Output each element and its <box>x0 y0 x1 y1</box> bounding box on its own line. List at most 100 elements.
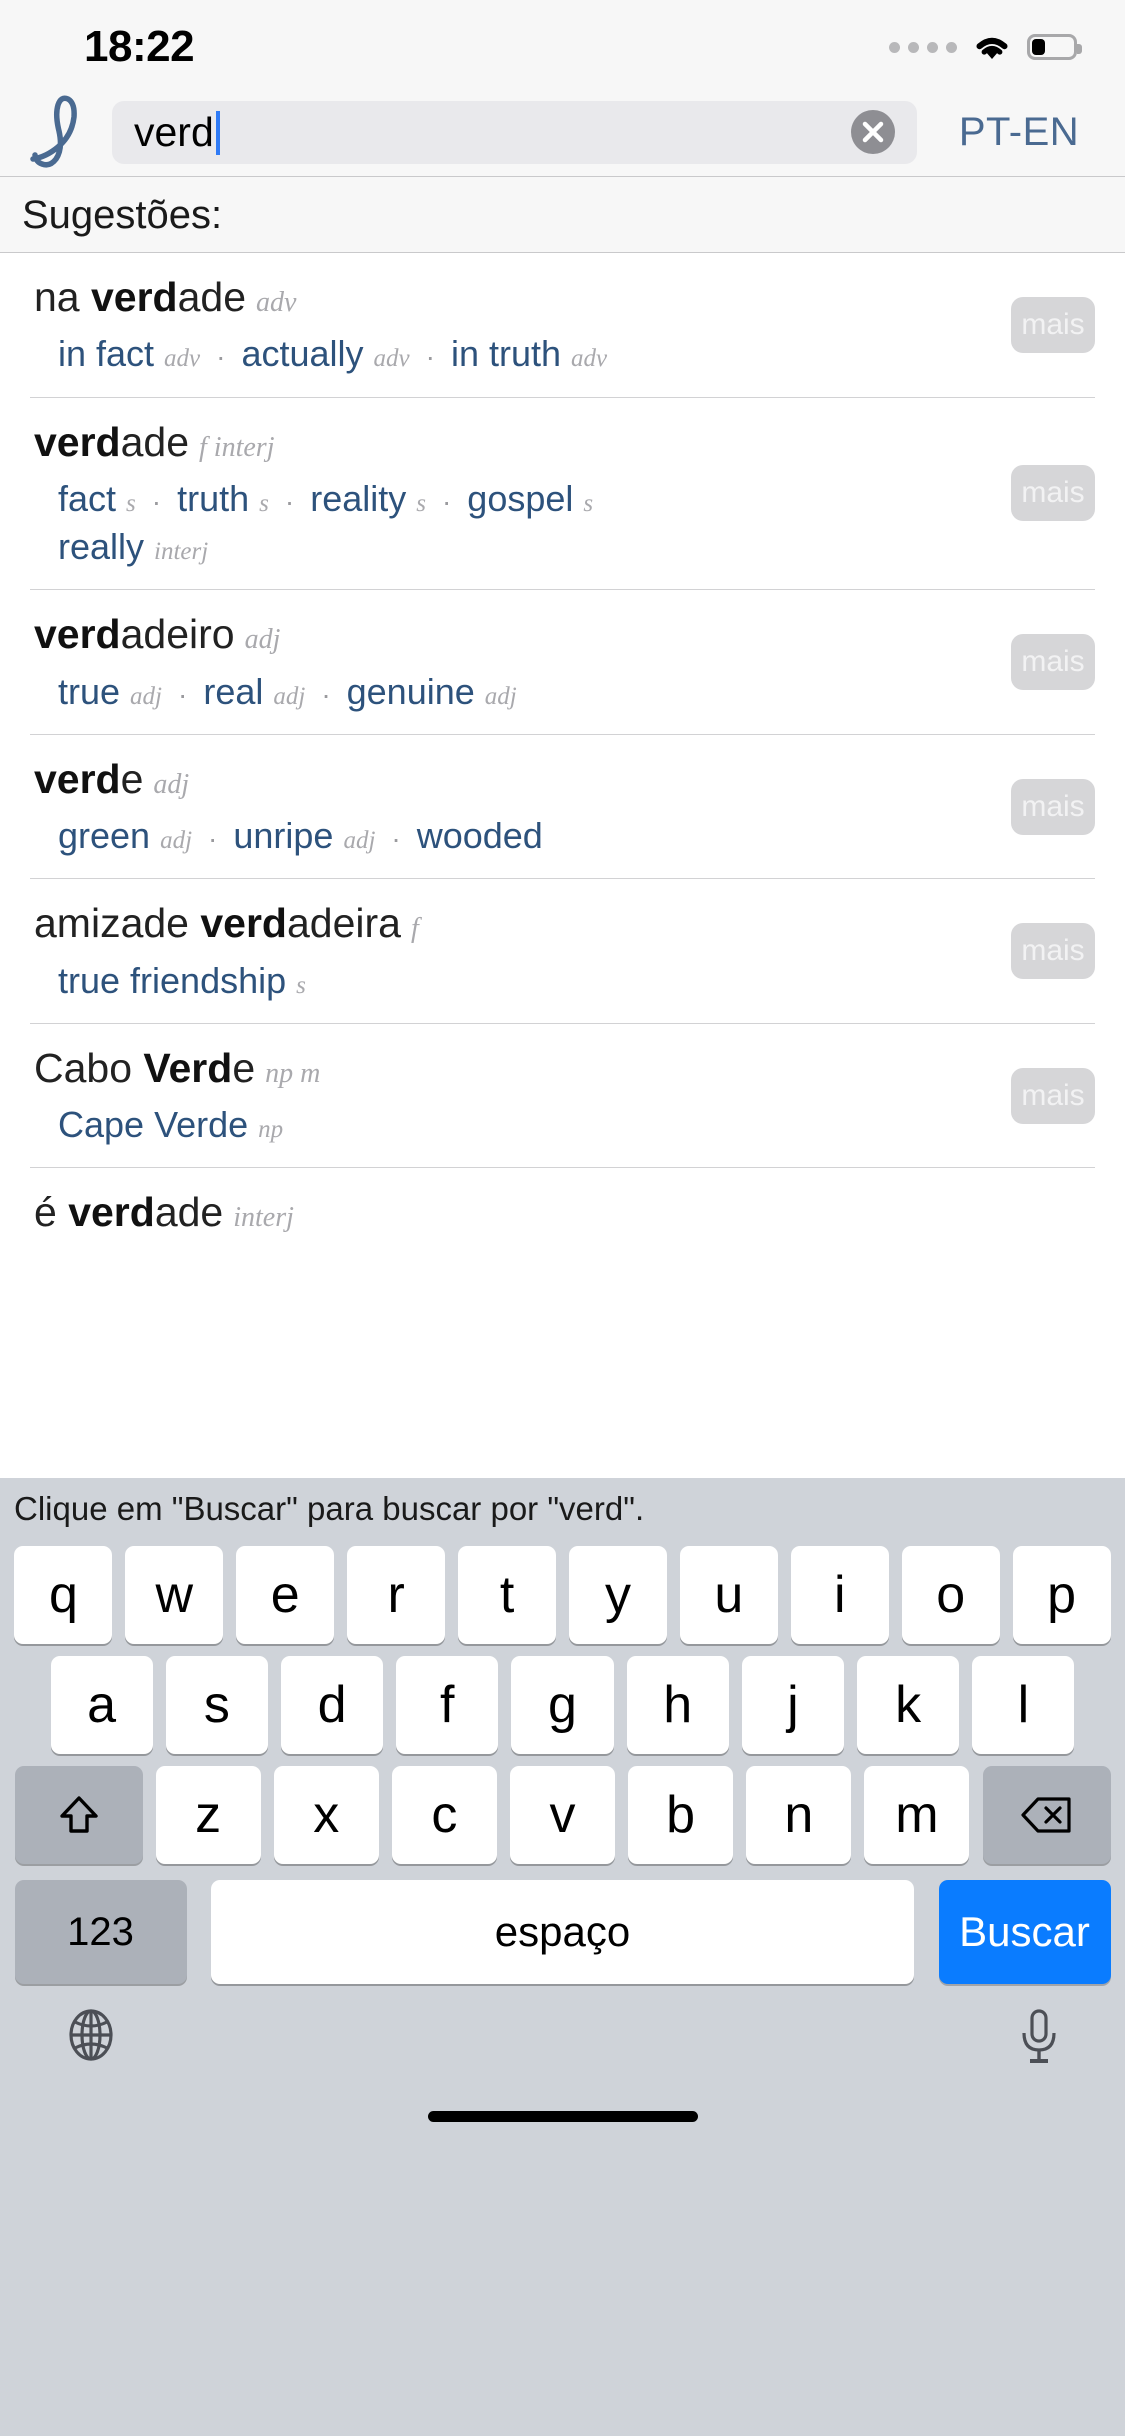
part-of-speech: adv <box>571 345 608 373</box>
part-of-speech: s <box>126 489 136 517</box>
shift-arrow-icon[interactable] <box>14 1766 143 1864</box>
suggestion-translations: fact s · truth s · reality s · gospel s really inter… <box>30 475 1095 571</box>
key-y[interactable]: y <box>569 1546 667 1644</box>
more-button[interactable]: mais <box>1011 634 1095 691</box>
part-of-speech: s <box>416 489 426 517</box>
more-button[interactable]: mais <box>1011 923 1095 980</box>
translation-link[interactable]: wooded <box>417 815 543 856</box>
suggestion-headword: amizade verdadeira f <box>34 900 419 947</box>
key-k[interactable]: k <box>857 1656 960 1754</box>
key-d[interactable]: d <box>280 1656 384 1754</box>
key-c[interactable]: c <box>391 1766 497 1864</box>
suggestion-entry[interactable]: verdade f interj fact s · truth s · reality s · gos… <box>30 398 1095 591</box>
part-of-speech: s <box>583 489 594 517</box>
key-m[interactable]: m <box>864 1766 970 1864</box>
suggestion-entry[interactable]: verdadeiro adj true adj · real adj · genuine adj m… <box>30 590 1095 735</box>
key-a[interactable]: a <box>50 1656 153 1754</box>
keyboard-row-3: zxcvbnm <box>8 1760 1117 1870</box>
key-s[interactable]: s <box>165 1656 268 1754</box>
globe-icon[interactable] <box>64 2008 118 2062</box>
translation-link[interactable]: real <box>203 671 263 712</box>
backspace-icon[interactable] <box>982 1766 1111 1864</box>
key-l[interactable]: l <box>972 1656 1075 1754</box>
key-n[interactable]: n <box>746 1766 852 1864</box>
more-button[interactable]: mais <box>1011 465 1095 522</box>
suggestion-entry[interactable]: amizade verdadeira f true friendship s mais <box>30 879 1095 1024</box>
suggestion-entry[interactable]: verde adj green adj · unripe adj · wooded mais <box>30 735 1095 880</box>
clear-icon[interactable] <box>851 110 895 154</box>
home-indicator <box>427 2111 698 2122</box>
suggestion-translations: true friendship s <box>30 957 1095 1005</box>
search-input[interactable]: verd <box>112 100 917 164</box>
suggestions-list[interactable]: na verdade adv in fact adv · actually adv · in t… <box>0 253 1125 1478</box>
translation-link[interactable]: true friendship <box>58 960 286 1001</box>
wifi-icon <box>971 32 1013 62</box>
keyboard-row-3-letters: zxcvbnm <box>149 1766 976 1864</box>
key-r[interactable]: r <box>347 1546 446 1644</box>
key-i[interactable]: i <box>790 1546 889 1644</box>
status-bar-time: 18:22 <box>84 22 195 71</box>
translation-link[interactable]: true <box>58 671 120 712</box>
suggestion-headword: verdadeiro adj <box>34 611 281 658</box>
keyboard-row-1: qwertyuiop <box>8 1540 1117 1650</box>
key-f[interactable]: f <box>396 1656 499 1754</box>
suggestion-entry[interactable]: é verdade interj <box>30 1168 1095 1257</box>
translation-link[interactable]: gospel <box>467 478 573 519</box>
key-g[interactable]: g <box>511 1656 614 1754</box>
suggestion-headword: na verdade adv <box>34 274 297 320</box>
status-bar: 18:22 <box>0 0 1125 88</box>
suggestion-entry[interactable]: Cabo Verde np m Cape Verde np mais <box>30 1024 1095 1169</box>
key-b[interactable]: b <box>628 1766 734 1864</box>
numbers-key[interactable]: 123 <box>14 1880 187 1984</box>
key-t[interactable]: t <box>458 1546 556 1644</box>
translation-link[interactable]: reality <box>310 478 406 519</box>
language-pair-button[interactable]: PT-EN <box>925 110 1125 155</box>
keyboard-hint: Clique em "Buscar" para buscar por "verd… <box>14 1490 645 1527</box>
translation-link[interactable]: fact <box>58 478 116 519</box>
space-key[interactable]: espaço <box>211 1880 914 1984</box>
key-q[interactable]: q <box>14 1546 113 1644</box>
part-of-speech: adj <box>484 682 517 710</box>
key-h[interactable]: h <box>626 1656 729 1754</box>
more-button[interactable]: mais <box>1011 296 1095 353</box>
translation-link[interactable]: unripe <box>233 815 333 856</box>
translation-link[interactable]: really <box>58 526 144 567</box>
translation-link[interactable]: in truth <box>451 333 561 374</box>
suggestion-translations: in fact adv · actually adv · in truth adv <box>30 330 1095 378</box>
translation-link[interactable]: genuine <box>347 671 475 712</box>
part-of-speech: f interj <box>199 431 275 463</box>
search-bar: verd PT-EN <box>0 88 1125 177</box>
key-p[interactable]: p <box>1012 1546 1111 1644</box>
battery-icon <box>1027 34 1082 60</box>
translation-link[interactable]: green <box>58 815 150 856</box>
part-of-speech: adv <box>164 345 201 373</box>
part-of-speech: adv <box>256 287 297 318</box>
key-v[interactable]: v <box>509 1766 616 1864</box>
key-w[interactable]: w <box>125 1546 224 1644</box>
key-z[interactable]: z <box>155 1766 261 1864</box>
text-caret <box>215 110 220 155</box>
part-of-speech: interj <box>154 538 209 566</box>
more-button[interactable]: mais <box>1011 778 1095 835</box>
suggestion-headword: verde adj <box>34 755 190 802</box>
status-bar-indicators <box>889 28 1082 66</box>
key-x[interactable]: x <box>273 1766 379 1864</box>
linguee-l-logo <box>8 89 104 175</box>
more-button[interactable]: mais <box>1011 1067 1095 1124</box>
part-of-speech: f <box>410 913 419 945</box>
key-e[interactable]: e <box>236 1546 335 1644</box>
key-j[interactable]: j <box>741 1656 845 1754</box>
translation-link[interactable]: actually <box>241 333 363 374</box>
translation-link[interactable]: truth <box>177 478 249 519</box>
key-u[interactable]: u <box>679 1546 778 1644</box>
translation-link[interactable]: Cape Verde <box>58 1104 248 1145</box>
microphone-icon[interactable] <box>1017 2008 1061 2066</box>
translation-separator: · <box>441 485 452 517</box>
keyboard-row-4: 123 espaço Buscar <box>8 1870 1117 1994</box>
part-of-speech: adj <box>244 624 281 656</box>
translation-link[interactable]: in fact <box>58 333 154 374</box>
key-o[interactable]: o <box>901 1546 1000 1644</box>
suggestion-translations: Cape Verde np <box>30 1101 1095 1149</box>
suggestion-entry[interactable]: na verdade adv in fact adv · actually adv · in t… <box>30 253 1095 398</box>
search-key[interactable]: Buscar <box>938 1880 1111 1984</box>
